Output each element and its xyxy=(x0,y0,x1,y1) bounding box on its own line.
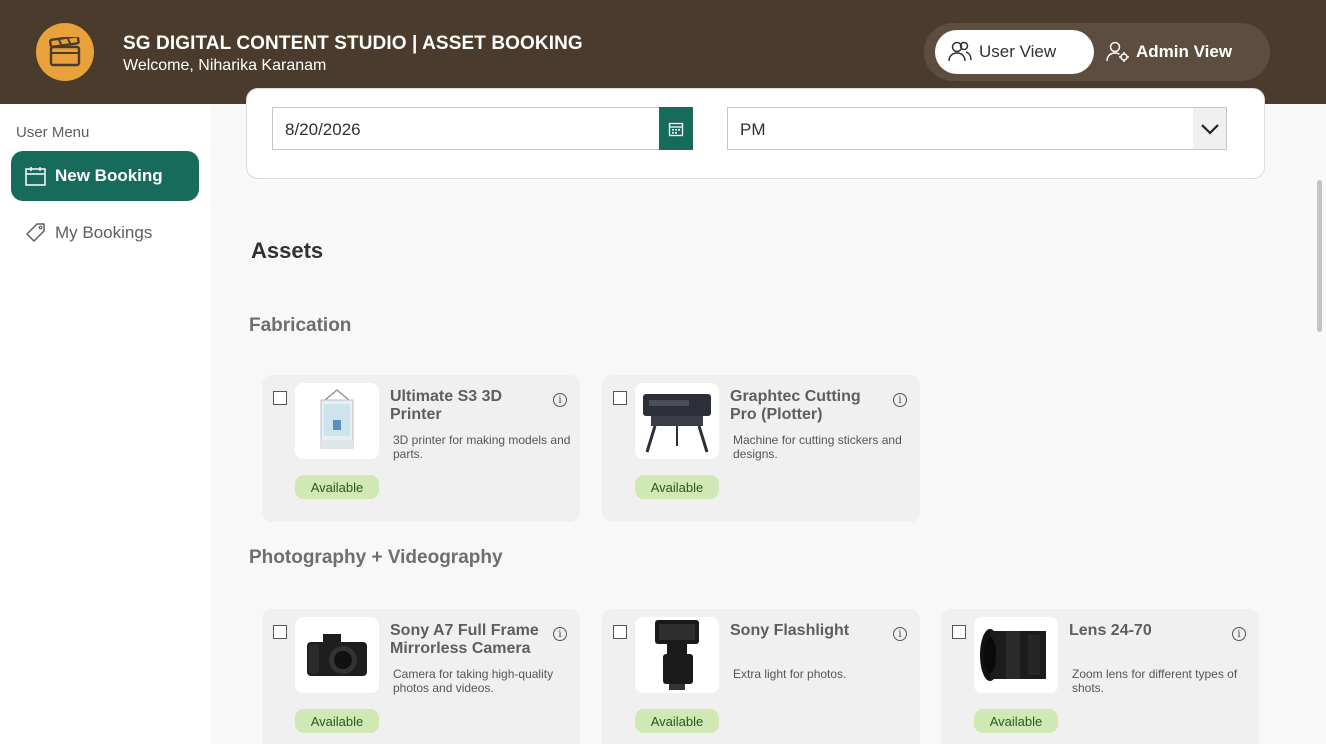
sidebar-item-my-bookings[interactable]: My Bookings xyxy=(11,208,199,258)
assets-heading: Assets xyxy=(251,238,324,263)
asset-checkbox[interactable] xyxy=(952,625,966,639)
asset-card[interactable]: Sony A7 Full Frame Mirrorless Camera i C… xyxy=(262,609,580,744)
category-heading-photography: Photography + Videography xyxy=(249,547,503,568)
asset-name: Ultimate S3 3D Printer xyxy=(390,388,503,423)
asset-card[interactable]: Sony Flashlight i Extra light for photos… xyxy=(602,609,920,744)
date-picker-field[interactable]: 8/20/2026 xyxy=(272,107,693,150)
sidebar-item-label: New Booking xyxy=(55,166,163,185)
calendar-icon xyxy=(25,167,46,186)
user-view-label: User View xyxy=(979,42,1057,61)
chevron-down-icon xyxy=(1200,123,1219,135)
status-badge: Available xyxy=(635,475,719,499)
view-toggle: User View Admin View xyxy=(924,23,1270,81)
asset-image-flash xyxy=(635,617,719,693)
asset-name: Sony A7 Full Frame Mirrorless Camera xyxy=(390,622,539,657)
info-icon[interactable]: i xyxy=(553,627,567,641)
asset-card[interactable]: Graphtec Cutting Pro (Plotter) i Machine… xyxy=(602,375,920,522)
info-icon[interactable]: i xyxy=(893,627,907,641)
user-view-button[interactable]: User View xyxy=(935,30,1094,74)
asset-checkbox[interactable] xyxy=(273,625,287,639)
asset-description: Camera for taking high-quality photos an… xyxy=(393,667,554,695)
tag-icon xyxy=(26,223,45,242)
session-value: PM xyxy=(740,120,766,139)
category-heading-fabrication: Fabrication xyxy=(249,315,352,336)
sidebar: User Menu New Booking My Bookings xyxy=(0,104,210,744)
asset-checkbox[interactable] xyxy=(273,391,287,405)
menu-heading: User Menu xyxy=(16,124,90,141)
info-icon[interactable]: i xyxy=(893,393,907,407)
asset-description: Zoom lens for different types of shots. xyxy=(1072,667,1238,695)
app-title: SG DIGITAL CONTENT STUDIO | ASSET BOOKIN… xyxy=(123,33,583,54)
calendar-button[interactable] xyxy=(659,107,693,150)
clapperboard-icon xyxy=(36,23,94,81)
asset-description: Extra light for photos. xyxy=(733,667,847,681)
asset-description: 3D printer for making models and parts. xyxy=(393,433,571,461)
calendar-icon xyxy=(668,122,684,136)
info-icon[interactable]: i xyxy=(553,393,567,407)
asset-name: Graphtec Cutting Pro (Plotter) xyxy=(730,388,861,423)
status-badge: Available xyxy=(295,475,379,499)
asset-image-3d-printer xyxy=(295,383,379,459)
welcome-text: Welcome, Niharika Karanam xyxy=(123,57,327,74)
asset-card[interactable]: Ultimate S3 3D Printer i 3D printer for … xyxy=(262,375,580,522)
asset-image-plotter xyxy=(635,383,719,459)
users-icon xyxy=(948,41,972,62)
asset-name: Lens 24-70 xyxy=(1069,622,1152,639)
asset-image-lens xyxy=(974,617,1058,693)
admin-view-label: Admin View xyxy=(1136,42,1233,61)
asset-card[interactable]: Lens 24-70 i Zoom lens for different typ… xyxy=(941,609,1259,744)
scrollbar-thumb[interactable] xyxy=(1317,180,1322,332)
date-value: 8/20/2026 xyxy=(285,120,361,139)
vertical-scrollbar[interactable] xyxy=(1314,104,1326,744)
status-badge: Available xyxy=(635,709,719,733)
asset-checkbox[interactable] xyxy=(613,391,627,405)
admin-view-button[interactable]: Admin View xyxy=(1104,30,1260,74)
session-dropdown[interactable]: PM xyxy=(727,107,1227,150)
sidebar-item-new-booking[interactable]: New Booking xyxy=(11,151,199,201)
status-badge: Available xyxy=(295,709,379,733)
dropdown-toggle[interactable] xyxy=(1193,108,1226,149)
asset-image-camera xyxy=(295,617,379,693)
asset-description: Machine for cutting stickers and designs… xyxy=(733,433,902,461)
info-icon[interactable]: i xyxy=(1232,627,1246,641)
sidebar-item-label: My Bookings xyxy=(55,223,153,242)
asset-checkbox[interactable] xyxy=(613,625,627,639)
status-badge: Available xyxy=(974,709,1058,733)
asset-name: Sony Flashlight xyxy=(730,622,850,639)
admin-user-gear-icon xyxy=(1106,41,1129,62)
